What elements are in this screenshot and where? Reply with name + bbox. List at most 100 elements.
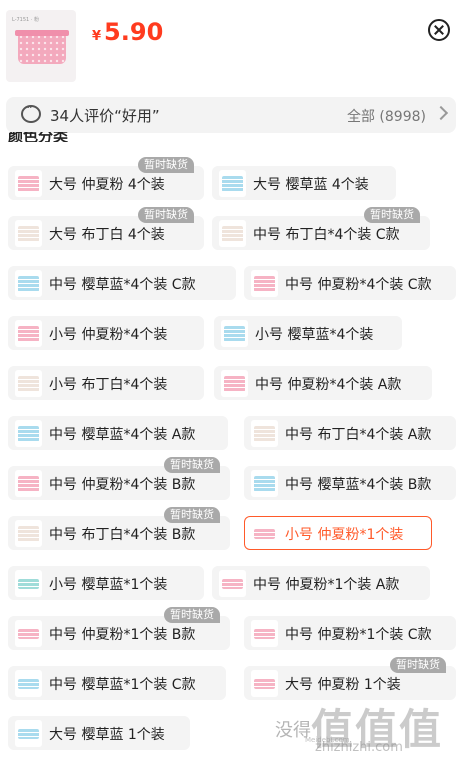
sku-option[interactable]: 中号 樱草蓝*4个装 C款	[8, 266, 236, 300]
review-summary: 34人评价“好用”	[50, 107, 160, 125]
option-label: 中号 仲夏粉*4个装 A款	[255, 377, 402, 393]
option-thumbnail	[251, 670, 278, 697]
reviews-bar[interactable]: 34人评价“好用” 全部 (8998)	[6, 97, 456, 133]
option-label: 大号 樱草蓝 1个装	[49, 727, 165, 743]
out-of-stock-badge: 暂时缺货	[164, 607, 220, 623]
option-thumbnail	[15, 320, 42, 347]
option-thumbnail	[221, 320, 248, 347]
sku-option[interactable]: 中号 仲夏粉*1个装 A款	[212, 566, 430, 600]
option-label: 大号 仲夏粉 4个装	[49, 177, 165, 193]
option-label: 中号 布丁白*4个装 B款	[49, 527, 196, 543]
basket-image	[254, 529, 275, 539]
price: ¥5.90	[92, 18, 163, 46]
basket-image	[254, 426, 275, 442]
sku-option[interactable]: 小号 樱草蓝*4个装	[214, 316, 402, 350]
basket-image	[18, 376, 39, 392]
option-label: 大号 布丁白 4个装	[49, 227, 165, 243]
sku-option[interactable]: 小号 仲夏粉*1个装	[244, 516, 432, 550]
option-thumbnail	[15, 570, 42, 597]
option-label: 中号 樱草蓝*4个装 C款	[49, 277, 196, 293]
option-thumbnail	[251, 620, 278, 647]
option-thumbnail	[251, 470, 278, 497]
sku-option[interactable]: 中号 仲夏粉*4个装 C款	[244, 266, 456, 300]
basket-image	[224, 326, 245, 342]
section-title: 颜色分类	[8, 132, 69, 142]
out-of-stock-badge: 暂时缺货	[138, 157, 194, 173]
sku-option[interactable]: 大号 樱草蓝 4个装	[212, 166, 396, 200]
option-thumbnail	[251, 270, 278, 297]
basket-image	[18, 276, 39, 292]
basket-image	[18, 729, 39, 739]
sku-option[interactable]: 小号 樱草蓝*1个装	[8, 566, 204, 600]
out-of-stock-badge: 暂时缺货	[164, 457, 220, 473]
option-thumbnail	[15, 420, 42, 447]
option-label: 中号 樱草蓝*4个装 A款	[49, 427, 196, 443]
option-thumbnail	[251, 520, 278, 547]
sku-option[interactable]: 大号 樱草蓝 1个装	[8, 716, 190, 750]
close-icon[interactable]	[428, 19, 450, 41]
basket-image	[18, 476, 39, 492]
out-of-stock-badge: 暂时缺货	[138, 207, 194, 223]
option-thumbnail	[219, 570, 246, 597]
option-thumbnail	[15, 170, 42, 197]
sku-option[interactable]: 小号 仲夏粉*4个装	[8, 316, 204, 350]
basket-image	[18, 326, 39, 342]
watermark: 值值值 没得 Meidebi.com zhizhizhi.com	[275, 696, 455, 766]
watermark-logo: 值值值	[311, 705, 444, 754]
option-label: 大号 樱草蓝 4个装	[253, 177, 369, 193]
option-thumbnail	[15, 470, 42, 497]
out-of-stock-badge: 暂时缺货	[390, 657, 446, 673]
basket-image	[18, 579, 39, 589]
basket-image	[18, 679, 39, 689]
sku-option[interactable]: 中号 布丁白*4个装 A款	[244, 416, 456, 450]
price-value: 5.90	[104, 18, 164, 46]
option-label: 中号 仲夏粉*4个装 B款	[49, 477, 196, 493]
option-thumbnail	[15, 720, 42, 747]
product-thumbnail[interactable]: L-7151 · 粉	[6, 10, 76, 82]
basket-image	[15, 30, 69, 64]
option-label: 中号 樱草蓝*1个装 C款	[49, 677, 196, 693]
option-label: 大号 仲夏粉 1个装	[285, 677, 401, 693]
option-label: 小号 仲夏粉*4个装	[49, 327, 168, 343]
option-label: 小号 樱草蓝*4个装	[255, 327, 374, 343]
watermark-url: zhizhizhi.com	[315, 740, 403, 755]
option-thumbnail	[251, 420, 278, 447]
basket-image	[254, 276, 275, 292]
basket-image	[254, 629, 275, 639]
chevron-right-icon	[433, 105, 449, 121]
option-label: 中号 布丁白*4个装 C款	[253, 227, 400, 243]
basket-image	[254, 476, 275, 492]
option-label: 小号 樱草蓝*1个装	[49, 577, 168, 593]
thumbnail-tag: L-7151 · 粉	[12, 17, 39, 23]
all-reviews-link[interactable]: 全部 (8998)	[347, 106, 426, 126]
basket-image	[18, 226, 39, 242]
basket-image	[18, 526, 39, 542]
option-label: 小号 布丁白*4个装	[49, 377, 168, 393]
option-thumbnail	[15, 670, 42, 697]
option-thumbnail	[15, 270, 42, 297]
basket-image	[18, 176, 39, 192]
basket-image	[222, 579, 243, 589]
option-label: 中号 仲夏粉*4个装 C款	[285, 277, 432, 293]
watermark-text: 没得	[275, 720, 311, 741]
option-label: 中号 仲夏粉*1个装 B款	[49, 627, 196, 643]
sku-option[interactable]: 中号 仲夏粉*4个装 A款	[214, 366, 432, 400]
sku-option[interactable]: 中号 樱草蓝*4个装 B款	[244, 466, 456, 500]
option-label: 小号 仲夏粉*1个装	[285, 527, 404, 543]
sku-header: L-7151 · 粉 ¥5.90	[0, 0, 460, 92]
option-label: 中号 布丁白*4个装 A款	[285, 427, 432, 443]
option-thumbnail	[15, 620, 42, 647]
option-label: 中号 仲夏粉*1个装 A款	[253, 577, 400, 593]
basket-image	[222, 176, 243, 192]
sku-option[interactable]: 中号 樱草蓝*1个装 C款	[8, 666, 226, 700]
option-label: 中号 仲夏粉*1个装 C款	[285, 627, 432, 643]
sku-option[interactable]: 小号 布丁白*4个装	[8, 366, 204, 400]
option-thumbnail	[219, 170, 246, 197]
sku-option[interactable]: 中号 樱草蓝*4个装 A款	[8, 416, 228, 450]
out-of-stock-badge: 暂时缺货	[364, 207, 420, 223]
option-thumbnail	[221, 370, 248, 397]
basket-image	[18, 426, 39, 442]
sku-option[interactable]: 中号 仲夏粉*1个装 C款	[244, 616, 456, 650]
comment-icon	[21, 101, 41, 123]
basket-image	[222, 226, 243, 242]
